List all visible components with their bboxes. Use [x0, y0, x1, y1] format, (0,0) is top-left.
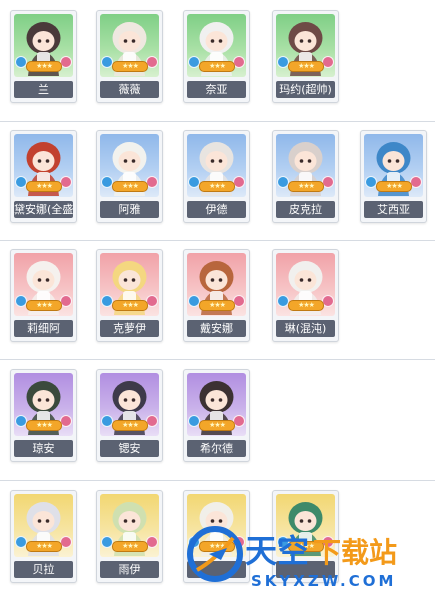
- character-card[interactable]: ★★★ 皮克拉: [272, 130, 339, 223]
- character-name: 奈亚: [187, 81, 246, 98]
- character-portrait: ★★★: [14, 253, 73, 316]
- character-name: 雨伊: [100, 561, 159, 578]
- rarity-stars-badge: ★★★: [376, 181, 412, 192]
- rarity-stars-badge: ★★★: [288, 181, 324, 192]
- character-name: 皮克拉: [276, 201, 335, 218]
- character-portrait: ★★★: [100, 253, 159, 316]
- character-card[interactable]: ★★★ 玛约(超帅): [272, 10, 339, 103]
- rarity-stars-badge: ★★★: [112, 61, 148, 72]
- character-portrait: ★★★: [14, 494, 73, 557]
- character-card[interactable]: ★★★ 琳(混沌): [272, 249, 339, 342]
- character-card[interactable]: ★★★ 薇薇: [96, 10, 163, 103]
- rarity-stars-badge: ★★★: [199, 300, 235, 311]
- rarity-stars-badge: ★★★: [112, 420, 148, 431]
- character-name: 黛安娜(全盛): [14, 201, 73, 218]
- character-portrait: ★★★: [276, 14, 335, 77]
- character-portrait: ★★★: [100, 14, 159, 77]
- character-name: 莉细阿: [14, 320, 73, 337]
- character-card[interactable]: ★★★ 琼安: [10, 369, 77, 462]
- character-portrait: ★★★: [364, 134, 423, 197]
- svg-text:天空: 天空: [245, 532, 309, 570]
- character-card[interactable]: ★★★ 希尔德: [183, 369, 250, 462]
- character-portrait: ★★★: [276, 253, 335, 316]
- character-portrait: ★★★: [187, 253, 246, 316]
- svg-text:下载站: 下载站: [313, 536, 397, 569]
- character-name: 薇薇: [100, 81, 159, 98]
- character-name: 阿雅: [100, 201, 159, 218]
- character-card[interactable]: ★★★ 克萝伊: [96, 249, 163, 342]
- rarity-stars-badge: ★★★: [199, 420, 235, 431]
- rarity-stars-badge: ★★★: [26, 181, 62, 192]
- character-name: 戴安娜: [187, 320, 246, 337]
- character-portrait: ★★★: [14, 134, 73, 197]
- character-card[interactable]: ★★★ 戴安娜: [183, 249, 250, 342]
- character-name: 伊德: [187, 201, 246, 218]
- site-watermark: 天空 下载站 SKYXZW.COM: [187, 510, 433, 598]
- rarity-stars-badge: ★★★: [112, 541, 148, 552]
- row-divider: [0, 480, 435, 481]
- character-name: 玛约(超帅): [276, 81, 335, 98]
- skyxzw-logo: 天空 下载站 SKYXZW.COM: [187, 526, 397, 590]
- character-portrait: ★★★: [187, 14, 246, 77]
- character-portrait: ★★★: [100, 373, 159, 436]
- rarity-stars-badge: ★★★: [112, 300, 148, 311]
- character-card[interactable]: ★★★ 伊德: [183, 130, 250, 223]
- character-portrait: ★★★: [100, 134, 159, 197]
- rarity-stars-badge: ★★★: [288, 61, 324, 72]
- character-portrait: ★★★: [100, 494, 159, 557]
- character-name: 艾西亚: [364, 201, 423, 218]
- rarity-stars-badge: ★★★: [288, 300, 324, 311]
- row-divider: [0, 121, 435, 122]
- character-portrait: ★★★: [187, 373, 246, 436]
- character-card[interactable]: ★★★ 贝拉: [10, 490, 77, 583]
- character-portrait: ★★★: [187, 134, 246, 197]
- character-card[interactable]: ★★★ 阿雅: [96, 130, 163, 223]
- rarity-stars-badge: ★★★: [112, 181, 148, 192]
- row-divider: [0, 240, 435, 241]
- svg-text:SKYXZW.COM: SKYXZW.COM: [251, 572, 396, 590]
- rarity-stars-badge: ★★★: [26, 300, 62, 311]
- rarity-stars-badge: ★★★: [26, 61, 62, 72]
- character-card[interactable]: ★★★ 莉细阿: [10, 249, 77, 342]
- rarity-stars-badge: ★★★: [26, 420, 62, 431]
- rarity-stars-badge: ★★★: [26, 541, 62, 552]
- character-name: 兰: [14, 81, 73, 98]
- character-name: 锶安: [100, 440, 159, 457]
- row-divider: [0, 359, 435, 360]
- character-card[interactable]: ★★★ 黛安娜(全盛): [10, 130, 77, 223]
- rarity-stars-badge: ★★★: [199, 181, 235, 192]
- character-card[interactable]: ★★★ 兰: [10, 10, 77, 103]
- character-name: 希尔德: [187, 440, 246, 457]
- character-name: 琳(混沌): [276, 320, 335, 337]
- character-card[interactable]: ★★★ 雨伊: [96, 490, 163, 583]
- character-name: 克萝伊: [100, 320, 159, 337]
- character-card[interactable]: ★★★ 艾西亚: [360, 130, 427, 223]
- character-portrait: ★★★: [276, 134, 335, 197]
- rarity-stars-badge: ★★★: [199, 61, 235, 72]
- character-name: 琼安: [14, 440, 73, 457]
- character-portrait: ★★★: [14, 14, 73, 77]
- character-card[interactable]: ★★★ 锶安: [96, 369, 163, 462]
- character-card[interactable]: ★★★ 奈亚: [183, 10, 250, 103]
- character-portrait: ★★★: [14, 373, 73, 436]
- character-name: 贝拉: [14, 561, 73, 578]
